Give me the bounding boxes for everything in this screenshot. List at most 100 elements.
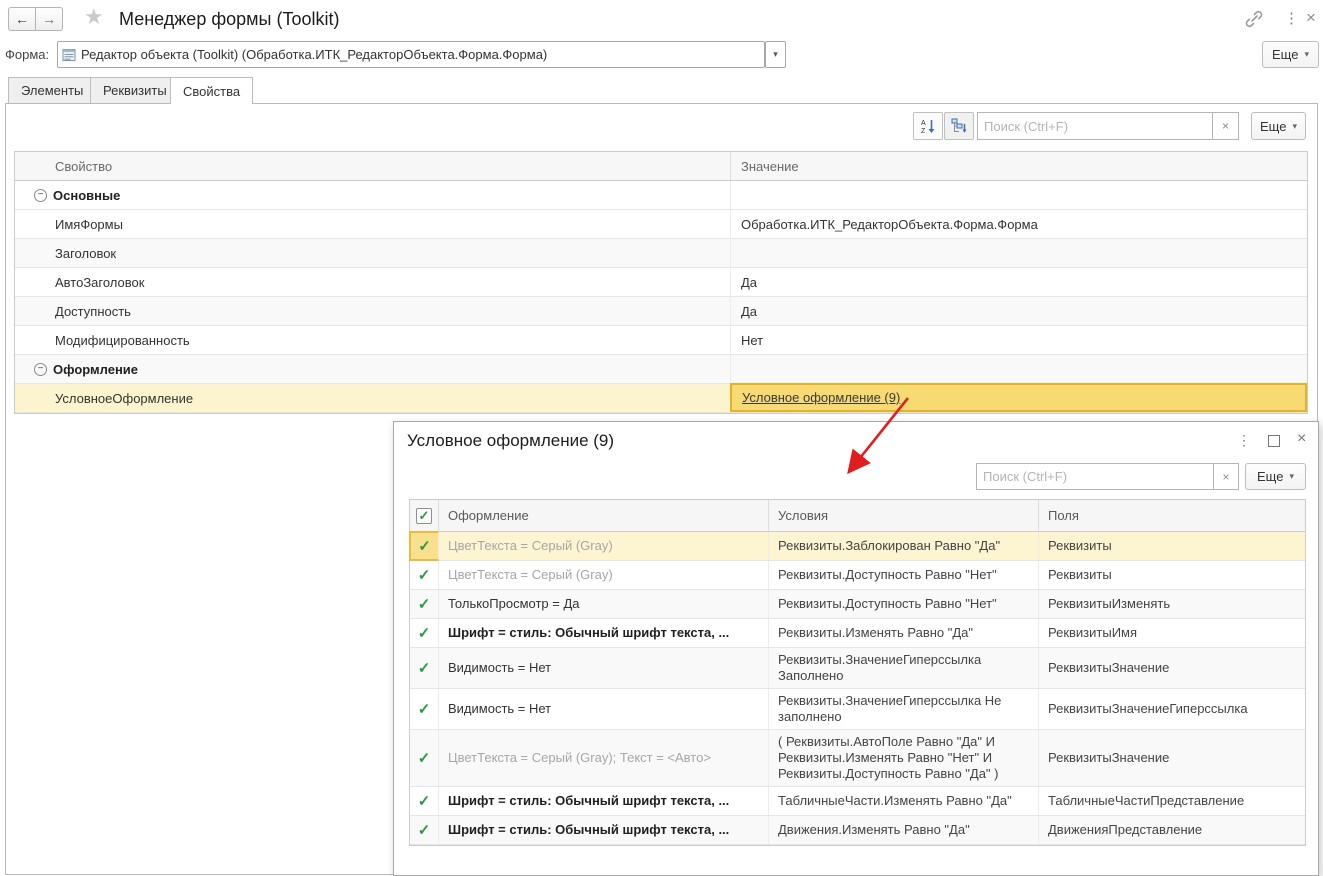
row-checkbox-cell[interactable]: ✓ [410, 816, 439, 844]
forward-button[interactable]: → [35, 7, 63, 31]
dialog-search-input[interactable] [976, 463, 1214, 490]
column-header-svoystvo[interactable]: Свойство [15, 152, 731, 180]
property-value-cell: Да [731, 297, 1307, 325]
fields-cell: ДвиженияПредставление [1039, 816, 1305, 844]
dialog-more-button[interactable]: Еще ▾ [1245, 463, 1306, 490]
collapse-icon[interactable]: − [34, 362, 47, 376]
property-value-cell: Условное оформление (9) [730, 383, 1307, 412]
row-checkbox-cell[interactable]: ✓ [410, 730, 439, 786]
svg-text:Z: Z [921, 128, 926, 135]
appearance-row[interactable]: ✓ Шрифт = стиль: Обычный шрифт текста, ..… [410, 816, 1305, 845]
fields-cell: ТабличныеЧастиПредставление [1039, 787, 1305, 815]
fields-text: РеквизитыИзменять [1048, 596, 1171, 611]
appearance-cell: ЦветТекста = Серый (Gray); Текст = <Авто… [439, 730, 769, 786]
row-checkbox-cell[interactable]: ✓ [410, 787, 439, 815]
appearance-row[interactable]: ✓ Видимость = Нет Реквизиты.ЗначениеГиперс… [410, 689, 1305, 730]
search-clear-button[interactable]: × [1212, 112, 1239, 140]
collapse-icon[interactable]: − [34, 188, 47, 202]
appearance-row[interactable]: ✓ Шрифт = стиль: Обычный шрифт текста, ..… [410, 619, 1305, 648]
dialog-search-clear-button[interactable]: × [1213, 463, 1239, 490]
property-name: АвтоЗаголовок [55, 274, 145, 290]
search-input[interactable] [977, 112, 1213, 140]
appearance-row[interactable]: ✓ ЦветТекста = Серый (Gray) Реквизиты.Дост… [410, 561, 1305, 590]
property-name-cell: Доступность [15, 297, 731, 325]
form-combobox[interactable]: Редактор объекта (Toolkit) (Обработка.ИТ… [57, 41, 765, 68]
row-checkbox-cell[interactable]: ✓ [409, 531, 439, 561]
back-button[interactable]: ← [8, 7, 36, 31]
close-icon[interactable]: × [1306, 8, 1316, 28]
tree-view-button[interactable] [944, 112, 974, 140]
select-all-checkbox[interactable]: ✓ [416, 507, 432, 524]
appearance-text: Шрифт = стиль: Обычный шрифт текста, ... [448, 625, 730, 640]
fields-text: Реквизиты [1048, 538, 1112, 553]
row-checkbox-cell[interactable]: ✓ [410, 561, 439, 589]
column-header-oformlenie[interactable]: Оформление [439, 500, 769, 531]
condition-cell: Реквизиты.ЗначениеГиперссылка Заполнено [769, 648, 1039, 688]
property-row[interactable]: − Основные [15, 181, 1307, 210]
kebab-menu-icon[interactable]: ⋮ [1237, 432, 1251, 449]
row-checkbox-cell[interactable]: ✓ [410, 689, 439, 729]
row-checkbox-cell[interactable]: ✓ [410, 648, 439, 688]
appearance-text: ЦветТекста = Серый (Gray); Текст = <Авто… [448, 750, 711, 765]
tab-elementy[interactable]: Элементы [8, 77, 97, 103]
clear-icon: × [1221, 119, 1229, 133]
property-row[interactable]: Заголовок [15, 239, 1307, 268]
form-dropdown-button[interactable]: ▾ [765, 41, 786, 68]
property-row[interactable]: Доступность Да [15, 297, 1307, 326]
properties-table-header: Свойство Значение [15, 152, 1307, 181]
conditional-appearance-dialog: Условное оформление (9) ⋮ × × Еще ▾ ✓ Оф… [393, 421, 1319, 876]
tab-rekvizity[interactable]: Реквизиты [90, 77, 180, 103]
property-name-cell: − Основные [15, 181, 731, 209]
selected-value-cell[interactable]: Условное оформление (9) [730, 383, 1307, 412]
column-header-znachenie[interactable]: Значение [731, 152, 1307, 180]
link-icon[interactable] [1244, 10, 1264, 28]
appearance-row[interactable]: ✓ Шрифт = стиль: Обычный шрифт текста, ..… [410, 787, 1305, 816]
dialog-table-header: ✓ Оформление Условия Поля [410, 500, 1305, 532]
more-button-top[interactable]: Еще ▾ [1262, 41, 1319, 68]
property-value-cell: Обработка.ИТК_РедакторОбъекта.Форма.Форм… [731, 210, 1307, 238]
property-value-cell: Да [731, 268, 1307, 296]
appearance-row[interactable]: ✓ ТолькоПросмотр = Да Реквизиты.Доступност… [410, 590, 1305, 619]
more-button-toolbar[interactable]: Еще ▾ [1251, 112, 1306, 140]
property-row[interactable]: ИмяФормы Обработка.ИТК_РедакторОбъекта.Фо… [15, 210, 1307, 239]
appearance-row[interactable]: ✓ Видимость = Нет Реквизиты.ЗначениеГиперс… [410, 648, 1305, 689]
appearance-cell: Видимость = Нет [439, 648, 769, 688]
appearance-cell: ЦветТекста = Серый (Gray) [439, 532, 769, 560]
tab-label: Реквизиты [103, 83, 167, 98]
condition-text: ( Реквизиты.АвтоПоле Равно "Да" И Реквиз… [778, 734, 999, 781]
more-button-label: Еще [1257, 469, 1284, 484]
appearance-cell: Видимость = Нет [439, 689, 769, 729]
fields-cell: Реквизиты [1039, 561, 1305, 589]
condition-cell: Реквизиты.Изменять Равно "Да" [769, 619, 1039, 647]
property-name-cell: ИмяФормы [15, 210, 731, 238]
maximize-icon[interactable] [1268, 435, 1280, 447]
property-row[interactable]: АвтоЗаголовок Да [15, 268, 1307, 297]
property-row[interactable]: Модифицированность Нет [15, 326, 1307, 355]
appearance-row[interactable]: ✓ ЦветТекста = Серый (Gray) Реквизиты.Забл… [409, 531, 1305, 561]
close-icon[interactable]: × [1297, 430, 1306, 448]
tab-svoystva[interactable]: Свойства [170, 77, 254, 104]
column-header-polya[interactable]: Поля [1039, 500, 1305, 531]
check-icon: ✓ [417, 660, 431, 677]
row-checkbox-cell[interactable]: ✓ [410, 619, 439, 647]
chevron-down-icon: ▾ [773, 49, 778, 59]
appearance-cell: ТолькоПросмотр = Да [439, 590, 769, 618]
properties-table-body: − Основные ИмяФормы Обработка.ИТК_РедакторО… [15, 181, 1307, 413]
appearance-row[interactable]: ✓ ЦветТекста = Серый (Gray); Текст = <Авт… [410, 730, 1305, 787]
condition-cell: Реквизиты.Заблокирован Равно "Да" [769, 532, 1039, 560]
conditional-appearance-link[interactable]: Условное оформление (9) [742, 390, 900, 405]
property-name-cell: АвтоЗаголовок [15, 268, 731, 296]
sort-az-button[interactable]: A Z [913, 112, 943, 140]
dialog-title: Условное оформление (9) [407, 431, 615, 450]
tab-label: Элементы [21, 83, 84, 98]
property-name: УсловноеОформление [55, 390, 194, 406]
row-checkbox-cell[interactable]: ✓ [410, 590, 439, 618]
more-button-label: Еще [1272, 47, 1299, 62]
property-row[interactable]: УсловноеОформление Условное оформление (9… [15, 383, 1307, 413]
page-title: Менеджер формы (Toolkit) [119, 9, 340, 29]
dialog-table-body: ✓ ЦветТекста = Серый (Gray) Реквизиты.Забл… [409, 531, 1305, 845]
favorite-star-icon[interactable]: ★ [84, 4, 104, 30]
kebab-menu-icon[interactable]: ⋮ [1284, 9, 1299, 27]
column-header-usloviya[interactable]: Условия [769, 500, 1039, 531]
property-row[interactable]: − Оформление [15, 355, 1307, 384]
